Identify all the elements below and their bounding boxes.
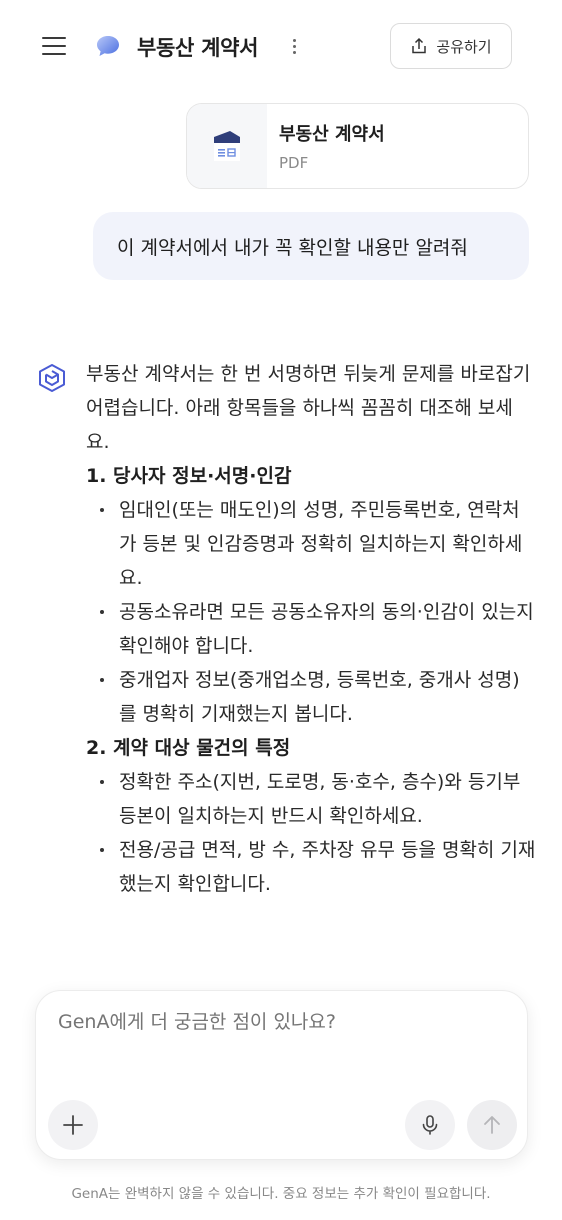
- bullet-dot: [100, 610, 104, 614]
- more-options-icon[interactable]: [286, 34, 302, 58]
- message-composer: [35, 990, 528, 1160]
- user-message: 이 계약서에서 내가 꼭 확인할 내용만 알려줘: [93, 212, 529, 280]
- bullet-dot: [100, 508, 104, 512]
- document-icon: [214, 131, 240, 161]
- file-thumbnail: [187, 104, 267, 188]
- send-button[interactable]: [467, 1100, 517, 1150]
- top-bar: 부동산 계약서 공유하기: [0, 0, 562, 92]
- bullet-text: 임대인(또는 매도인)의 성명, 주민등록번호, 연락처가 등본 및 인감증명과…: [119, 499, 523, 589]
- assistant-message: 부동산 계약서는 한 번 서명하면 뒤늦게 문제를 바로잡기 어렵습니다. 아래…: [86, 357, 536, 901]
- bullet-dot: [100, 780, 104, 784]
- message-input[interactable]: [58, 1011, 498, 1033]
- list-item: 중개업자 정보(중개업소명, 등록번호, 중개사 성명)를 명확히 기재했는지 …: [86, 663, 536, 731]
- plus-icon: [63, 1115, 83, 1135]
- file-type: PDF: [279, 154, 309, 172]
- list-item: 전용/공급 면적, 방 수, 주차장 유무 등을 명확히 기재했는지 확인합니다…: [86, 833, 536, 901]
- list-item: 임대인(또는 매도인)의 성명, 주민등록번호, 연락처가 등본 및 인감증명과…: [86, 493, 536, 595]
- assistant-intro: 부동산 계약서는 한 번 서명하면 뒤늦게 문제를 바로잡기 어렵습니다. 아래…: [86, 363, 531, 453]
- chat-bubble-icon: [97, 36, 119, 56]
- section-title: 1. 당사자 정보·서명·인감: [86, 465, 292, 487]
- bullet-text: 정확한 주소(지번, 도로명, 동·호수, 층수)와 등기부등본이 일치하는지 …: [119, 771, 521, 827]
- list-item: 공동소유라면 모든 공동소유자의 동의·인감이 있는지 확인해야 합니다.: [86, 595, 536, 663]
- share-button[interactable]: 공유하기: [390, 23, 512, 69]
- attachment-card[interactable]: 부동산 계약서 PDF: [186, 103, 529, 189]
- bullet-text: 공동소유라면 모든 공동소유자의 동의·인감이 있는지 확인해야 합니다.: [119, 601, 534, 657]
- share-label: 공유하기: [436, 37, 492, 56]
- bullet-dot: [100, 848, 104, 852]
- microphone-icon: [422, 1115, 438, 1135]
- page-title: 부동산 계약서: [137, 36, 259, 60]
- voice-input-button[interactable]: [405, 1100, 455, 1150]
- section-title: 2. 계약 대상 물건의 특정: [86, 737, 291, 759]
- disclaimer-text: GenA는 완벽하지 않을 수 있습니다. 중요 정보는 추가 확인이 필요합니…: [71, 1186, 491, 1202]
- arrow-up-icon: [484, 1116, 500, 1134]
- list-item: 정확한 주소(지번, 도로명, 동·호수, 층수)와 등기부등본이 일치하는지 …: [86, 765, 536, 833]
- assistant-logo-icon: [39, 364, 65, 392]
- file-name: 부동산 계약서: [279, 124, 385, 145]
- bullet-dot: [100, 678, 104, 682]
- menu-icon[interactable]: [38, 30, 70, 62]
- share-icon: [412, 37, 427, 54]
- bullet-list: 임대인(또는 매도인)의 성명, 주민등록번호, 연락처가 등본 및 인감증명과…: [86, 493, 536, 731]
- add-attachment-button[interactable]: [48, 1100, 98, 1150]
- bullet-text: 중개업자 정보(중개업소명, 등록번호, 중개사 성명)를 명확히 기재했는지 …: [119, 669, 520, 725]
- bullet-list: 정확한 주소(지번, 도로명, 동·호수, 층수)와 등기부등본이 일치하는지 …: [86, 765, 536, 901]
- bullet-text: 전용/공급 면적, 방 수, 주차장 유무 등을 명확히 기재했는지 확인합니다…: [119, 839, 536, 895]
